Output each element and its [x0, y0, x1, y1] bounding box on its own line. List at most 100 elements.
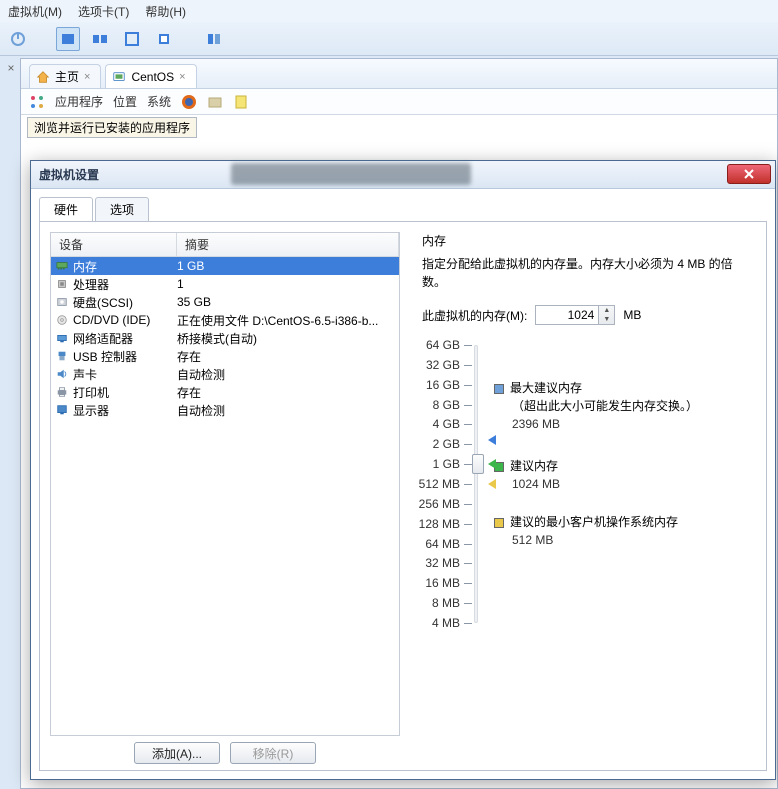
main-menubar: 虚拟机(M) 选项卡(T) 帮助(H) — [0, 0, 778, 22]
scale-tick — [464, 484, 472, 485]
power-icon[interactable] — [6, 27, 30, 51]
files-icon[interactable] — [207, 94, 223, 110]
view-multi-icon[interactable] — [88, 27, 112, 51]
menu-vm[interactable]: 虚拟机(M) — [8, 3, 62, 20]
device-summary: 自动检测 — [177, 402, 395, 419]
device-name: CD/DVD (IDE) — [73, 313, 150, 327]
device-name: 硬盘(SCSI) — [73, 294, 133, 311]
scale-tick-label: 32 GB — [426, 358, 460, 372]
legend-rec-label: 建议内存 — [510, 459, 558, 473]
tab-hardware[interactable]: 硬件 — [39, 197, 93, 221]
scale-tick — [464, 385, 472, 386]
legend-max-label: 最大建议内存 — [510, 381, 582, 395]
device-summary: 35 GB — [177, 295, 395, 309]
memory-panel: 内存 指定分配给此虚拟机的内存量。内存大小必须为 4 MB 的倍数。 此虚拟机的… — [410, 222, 766, 770]
memory-heading: 内存 — [422, 232, 754, 249]
library-icon[interactable] — [202, 27, 226, 51]
device-row-dsp[interactable]: 显示器自动检测 — [51, 401, 399, 419]
device-name: 打印机 — [73, 384, 109, 401]
device-row-cd[interactable]: CD/DVD (IDE) 正在使用文件 D:\CentOS-6.5-i386-b.… — [51, 311, 399, 329]
scale-tick-label: 4 GB — [433, 417, 460, 431]
scale-tick-label: 512 MB — [419, 477, 460, 491]
legend-rec-value: 1024 MB — [512, 477, 560, 491]
device-summary: 存在 — [177, 384, 395, 401]
tab-centos[interactable]: CentOS × — [105, 64, 196, 88]
dialog-close-button[interactable] — [727, 164, 771, 184]
device-row-cpu[interactable]: 处理器 1 — [51, 275, 399, 293]
device-row-hdd[interactable]: 硬盘(SCSI) 35 GB — [51, 293, 399, 311]
memory-spinner[interactable]: ▲▼ — [599, 305, 615, 325]
unity-icon[interactable] — [152, 27, 176, 51]
scale-tick-label: 8 MB — [432, 596, 460, 610]
legend-max-note: （超出此大小可能发生内存交换。） — [512, 399, 698, 413]
scale-tick — [464, 524, 472, 525]
view-single-icon[interactable] — [56, 27, 80, 51]
prn-icon — [55, 386, 69, 398]
firefox-icon[interactable] — [181, 94, 197, 110]
device-row-mem[interactable]: 内存1 GB — [51, 257, 399, 275]
fullscreen-icon[interactable] — [120, 27, 144, 51]
spinner-down-icon[interactable]: ▼ — [599, 315, 614, 324]
device-row-net[interactable]: 网络适配器桥接模式(自动) — [51, 329, 399, 347]
legend-max-value: 2396 MB — [512, 417, 560, 431]
scale-tick — [464, 444, 472, 445]
legend-max-swatch — [494, 384, 504, 394]
device-name: 声卡 — [73, 366, 97, 383]
tab-home-close-icon[interactable]: × — [84, 71, 90, 83]
snd-icon — [55, 368, 69, 380]
appbar-system[interactable]: 系统 — [147, 93, 171, 110]
vm-tabs-bar: 主页 × CentOS × — [21, 59, 777, 89]
device-row-prn[interactable]: 打印机 存在 — [51, 383, 399, 401]
spinner-up-icon[interactable]: ▲ — [599, 306, 614, 315]
vm-settings-dialog: 虚拟机设置 硬件 选项 设备 摘要 内存1 GB处理器1硬盘(SCSI)35 G… — [30, 160, 776, 780]
dialog-body: 硬件 选项 设备 摘要 内存1 GB处理器1硬盘(SCSI)35 GBCD/DV… — [31, 189, 775, 779]
device-summary: 正在使用文件 D:\CentOS-6.5-i386-b... — [177, 312, 395, 329]
usb-icon — [55, 350, 69, 362]
device-row-usb[interactable]: USB 控制器存在 — [51, 347, 399, 365]
menu-help[interactable]: 帮助(H) — [145, 3, 186, 20]
device-summary: 自动检测 — [177, 366, 395, 383]
device-row-snd[interactable]: 声卡 自动检测 — [51, 365, 399, 383]
tab-options[interactable]: 选项 — [95, 197, 149, 221]
net-icon — [55, 332, 69, 344]
device-buttons: 添加(A)... 移除(R) — [50, 736, 400, 764]
main-toolbar — [0, 22, 778, 56]
dialog-title: 虚拟机设置 — [39, 166, 99, 183]
scale-tick — [464, 603, 472, 604]
memory-input[interactable] — [535, 305, 599, 325]
marker-rec-icon — [488, 459, 496, 469]
scale-tick-label: 16 GB — [426, 378, 460, 392]
menu-tabs[interactable]: 选项卡(T) — [78, 3, 129, 20]
device-summary: 1 — [177, 277, 395, 291]
tab-home[interactable]: 主页 × — [29, 64, 101, 88]
memory-unit: MB — [623, 308, 641, 322]
device-list[interactable]: 设备 摘要 内存1 GB处理器1硬盘(SCSI)35 GBCD/DVD (IDE… — [50, 232, 400, 736]
memory-scale: 64 GB32 GB16 GB8 GB4 GB2 GB1 GB512 MB256… — [422, 339, 482, 629]
tab-centos-close-icon[interactable]: × — [179, 71, 185, 83]
tooltip-bar: 浏览并运行已安装的应用程序 — [21, 115, 777, 137]
memory-slider-thumb[interactable] — [472, 454, 484, 474]
hdd-icon — [55, 296, 69, 308]
scale-tick-label: 4 MB — [432, 616, 460, 630]
device-panel: 设备 摘要 内存1 GB处理器1硬盘(SCSI)35 GBCD/DVD (IDE… — [40, 222, 410, 770]
guest-appbar: 应用程序 位置 系统 — [21, 89, 777, 115]
device-summary: 1 GB — [177, 259, 395, 273]
notes-icon[interactable] — [233, 94, 249, 110]
scale-tick — [464, 424, 472, 425]
device-name: 处理器 — [73, 276, 109, 293]
vm-icon — [112, 70, 126, 84]
pane-close-icon[interactable]: × — [4, 62, 18, 76]
memory-slider-track[interactable] — [474, 345, 478, 623]
tooltip: 浏览并运行已安装的应用程序 — [27, 117, 197, 138]
cpu-icon — [55, 278, 69, 290]
scale-tick-label: 16 MB — [425, 576, 460, 590]
dialog-titlebar[interactable]: 虚拟机设置 — [31, 161, 775, 189]
appbar-apps[interactable]: 应用程序 — [55, 93, 103, 110]
device-name: USB 控制器 — [73, 348, 137, 365]
appbar-location[interactable]: 位置 — [113, 93, 137, 110]
add-device-button[interactable]: 添加(A)... — [134, 742, 220, 764]
scale-tick — [464, 544, 472, 545]
scale-tick-label: 256 MB — [419, 497, 460, 511]
scale-tick — [464, 365, 472, 366]
memory-scale-wrap: 64 GB32 GB16 GB8 GB4 GB2 GB1 GB512 MB256… — [422, 339, 754, 629]
